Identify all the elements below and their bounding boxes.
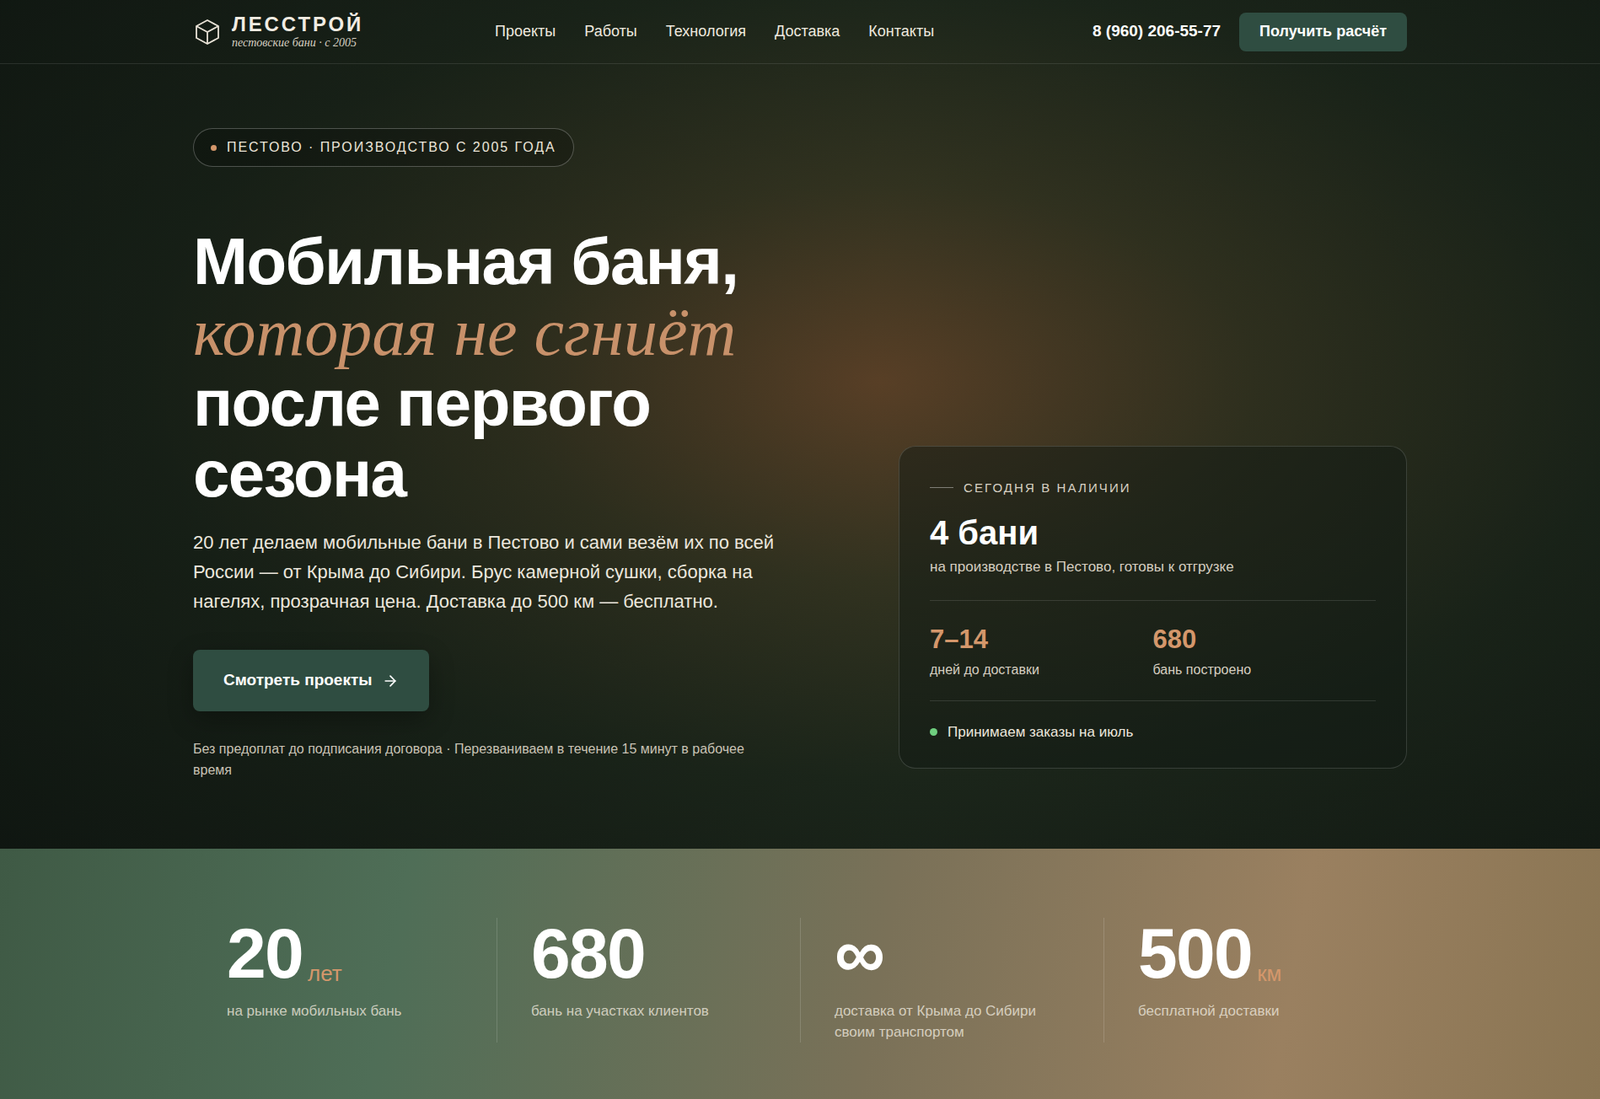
stat-item: 20лет на рынке мобильных бань [193,918,497,1043]
header: ЛЕССТРОЙ пестовские бани · с 2005 Проекты Р… [0,0,1600,65]
card-stat: 680бань построено [1153,624,1377,681]
nav-link[interactable]: Доставка [774,20,840,43]
logo-name: ЛЕССТРОЙ [231,14,364,35]
card-caption: на производстве в Пестово, готовы к отгр… [929,556,1376,579]
stat-label: бесплатной доставки [1138,1000,1366,1022]
projects-button[interactable]: Смотреть проекты [193,649,430,712]
title-line: которая не сгниёт [193,296,834,368]
nav-link[interactable]: Работы [584,20,638,43]
card-status: Принимаем заказы на июль [929,721,1376,744]
title-line: после первого [193,367,834,439]
hero-description: 20 лет делаем мобильные бани в Пестово и… [193,527,800,617]
cta-button[interactable]: Получить расчёт [1239,12,1407,52]
stat-unit: лет [307,958,343,989]
stat-unit: км [1256,958,1282,989]
card-stat: 7–14дней до доставки [929,624,1154,681]
arrow-right-icon [381,672,399,690]
stat-value: 20 [226,918,303,989]
stat-label: доставка от Крыма до Сибири своим трансп… [834,1000,1063,1043]
hero-badge: ПЕСТОВО · ПРОИЗВОДСТВО С 2005 ГОДА [193,128,575,167]
stat-item: ∞ доставка от Крыма до Сибири своим транс… [800,918,1104,1043]
stat-value: 680 [531,918,645,989]
hero: ЛЕССТРОЙ пестовские бани · с 2005 Проекты Р… [0,0,1600,849]
nav-link[interactable]: Контакты [868,20,935,43]
status-dot [929,728,938,736]
nav-link[interactable]: Технология [665,20,747,43]
stat-value: 500 [1138,918,1252,989]
stat-value: ∞ [834,918,884,989]
card-label: СЕГОДНЯ В НАЛИЧИИ [963,478,1132,499]
title-line: сезона [193,438,834,510]
logo[interactable]: ЛЕССТРОЙ пестовские бани · с 2005 [193,14,495,49]
hero-note: Без предоплат до подписания договора · П… [193,738,767,781]
title-line: Мобильная баня, [193,225,834,297]
hero-content: ПЕСТОВО · ПРОИЗВОДСТВО С 2005 ГОДА Мобиль… [193,128,834,821]
stock-card: СЕГОДНЯ В НАЛИЧИИ 4 бани на производстве в… [898,445,1407,770]
badge-dot [210,144,217,151]
card-divider [929,600,1376,602]
stat-label: на рынке мобильных бань [226,1000,455,1022]
logo-tagline: пестовские бани · с 2005 [231,37,364,49]
nav: Проекты Работы Технология Доставка Контакты [494,20,935,43]
card-divider [929,700,1376,702]
cube-logo-icon [193,17,222,47]
page: ЛЕССТРОЙ пестовские бани · с 2005 Проекты Р… [0,0,1600,1099]
stats-band: 20лет на рынке мобильных бань 680 бань на у… [0,848,1600,1099]
stat-label: бань на участках клиентов [531,1000,759,1022]
hero-title: Мобильная баня,которая не сгниётпосле пе… [193,225,834,510]
label-line [929,487,954,489]
nav-link[interactable]: Проекты [494,20,556,43]
stat-item: 500км бесплатной доставки [1103,918,1407,1043]
card-value: 4 бани [929,514,1376,552]
stat-item: 680 бань на участках клиентов [496,918,800,1043]
phone[interactable]: 8 (960) 206-55-77 [1092,19,1221,44]
